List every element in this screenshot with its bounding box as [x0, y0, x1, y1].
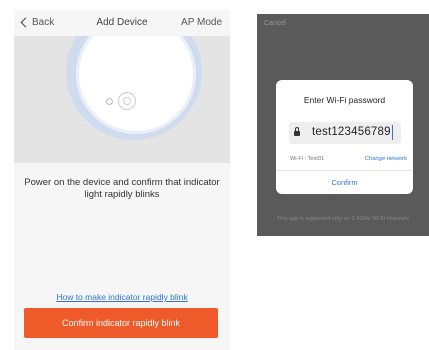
nav-header: Back Add Device AP Mode	[14, 10, 230, 36]
wifi-password-dialog: Enter Wi-Fi password test123456789 Wi-Fi…	[276, 80, 413, 194]
ap-mode-button[interactable]: AP Mode	[181, 17, 222, 28]
wifi-password-screen: Cancel Enter Wi-Fi password test12345678…	[257, 14, 429, 236]
dialog-title: Enter Wi-Fi password	[303, 95, 386, 105]
indicator-light-icon	[106, 98, 113, 105]
help-link[interactable]: How to make indicator rapidly blink	[14, 292, 230, 302]
divider	[276, 170, 413, 171]
password-input[interactable]: test123456789	[289, 122, 401, 144]
password-value: test123456789	[312, 125, 393, 140]
lock-icon	[294, 127, 300, 136]
wifi-network-label: Wi-Fi : Test01	[290, 156, 325, 162]
add-device-screen: Back Add Device AP Mode Power on the dev…	[14, 10, 230, 350]
confirm-button[interactable]: Confirm	[276, 174, 413, 192]
power-button-icon	[118, 92, 136, 110]
change-network-link[interactable]: Change network	[365, 156, 407, 162]
cancel-button[interactable]: Cancel	[264, 20, 286, 27]
device-illustration	[14, 36, 230, 163]
instruction-text: Power on the device and confirm that ind…	[24, 177, 220, 200]
footer-note: This app is supported only on 2.4GHz Wi-…	[276, 216, 410, 222]
confirm-blink-button[interactable]: Confirm indicator rapidly blink	[24, 308, 218, 338]
